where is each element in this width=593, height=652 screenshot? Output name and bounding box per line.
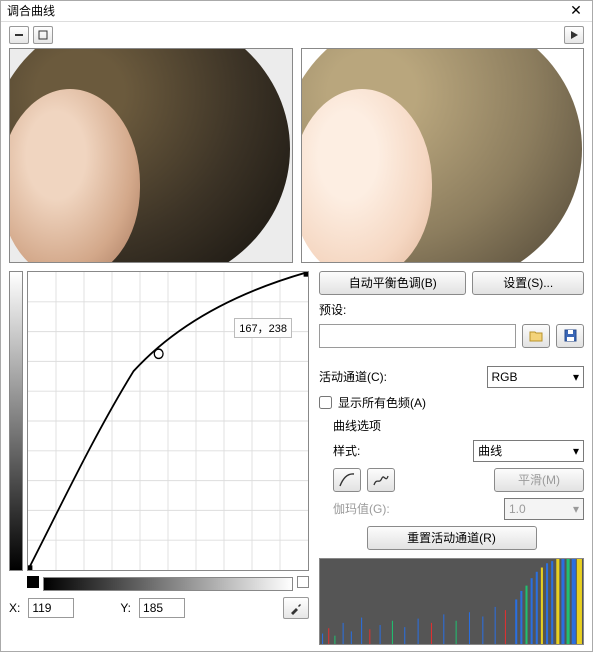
- gradient-horizontal: [43, 577, 293, 591]
- play-button[interactable]: [564, 26, 584, 44]
- white-point-handle[interactable]: [297, 576, 309, 588]
- active-channel-value: RGB: [492, 370, 518, 384]
- y-label: Y:: [120, 601, 131, 615]
- reset-channel-button[interactable]: 重置活动通道(R): [367, 526, 537, 550]
- curve-control-point: [154, 349, 163, 358]
- titlebar: 调合曲线 ✕: [1, 1, 592, 22]
- style-label: 样式:: [333, 442, 360, 459]
- preset-label: 预设:: [319, 301, 584, 318]
- eyedropper-button[interactable]: [283, 597, 309, 619]
- auto-balance-button[interactable]: 自动平衡色调(B): [319, 271, 466, 295]
- chevron-down-icon: ▾: [573, 502, 579, 516]
- expand-left-button[interactable]: [33, 26, 53, 44]
- preview-toolbar: [1, 22, 592, 48]
- curve-editor[interactable]: 167，238: [27, 271, 309, 571]
- dialog-window: 调合曲线 ✕: [0, 0, 593, 652]
- preview-row: [1, 48, 592, 271]
- preview-after: [301, 48, 585, 263]
- save-preset-button[interactable]: [556, 324, 584, 348]
- smooth-button: 平滑(M): [494, 468, 584, 492]
- gamma-select: 1.0 ▾: [504, 498, 584, 520]
- window-title: 调合曲线: [7, 2, 566, 19]
- gamma-label: 伽玛值(G):: [333, 500, 390, 517]
- curve-options-label: 曲线选项: [319, 417, 584, 434]
- coordinate-row: X: Y:: [9, 591, 309, 619]
- curve-mode-button[interactable]: [333, 468, 361, 492]
- x-label: X:: [9, 601, 20, 615]
- preset-field[interactable]: [319, 324, 516, 348]
- curve-tooltip: 167，238: [234, 318, 292, 338]
- style-value: 曲线: [478, 442, 502, 459]
- curve-panel: 167，238 X: Y:: [9, 271, 309, 645]
- style-select[interactable]: 曲线 ▾: [473, 440, 584, 462]
- chevron-down-icon: ▾: [573, 444, 579, 458]
- settings-button[interactable]: 设置(S)...: [472, 271, 584, 295]
- gradient-vertical: [9, 271, 23, 571]
- gamma-value: 1.0: [509, 502, 526, 516]
- preview-before: [9, 48, 293, 263]
- show-all-channels-label: 显示所有色频(A): [338, 394, 426, 411]
- x-input[interactable]: [28, 598, 74, 618]
- collapse-left-button[interactable]: [9, 26, 29, 44]
- active-channel-label: 活动通道(C):: [319, 368, 387, 385]
- y-input[interactable]: [139, 598, 185, 618]
- freehand-mode-button[interactable]: [367, 468, 395, 492]
- active-channel-select[interactable]: RGB ▾: [487, 366, 585, 388]
- close-icon[interactable]: ✕: [566, 2, 586, 19]
- controls-panel: 自动平衡色调(B) 设置(S)... 预设: 活动通道(C): RGB: [319, 271, 584, 645]
- chevron-down-icon: ▾: [573, 370, 579, 384]
- black-point-handle[interactable]: [27, 576, 39, 588]
- open-preset-button[interactable]: [522, 324, 550, 348]
- histogram: [319, 558, 584, 645]
- show-all-channels-checkbox[interactable]: [319, 396, 332, 409]
